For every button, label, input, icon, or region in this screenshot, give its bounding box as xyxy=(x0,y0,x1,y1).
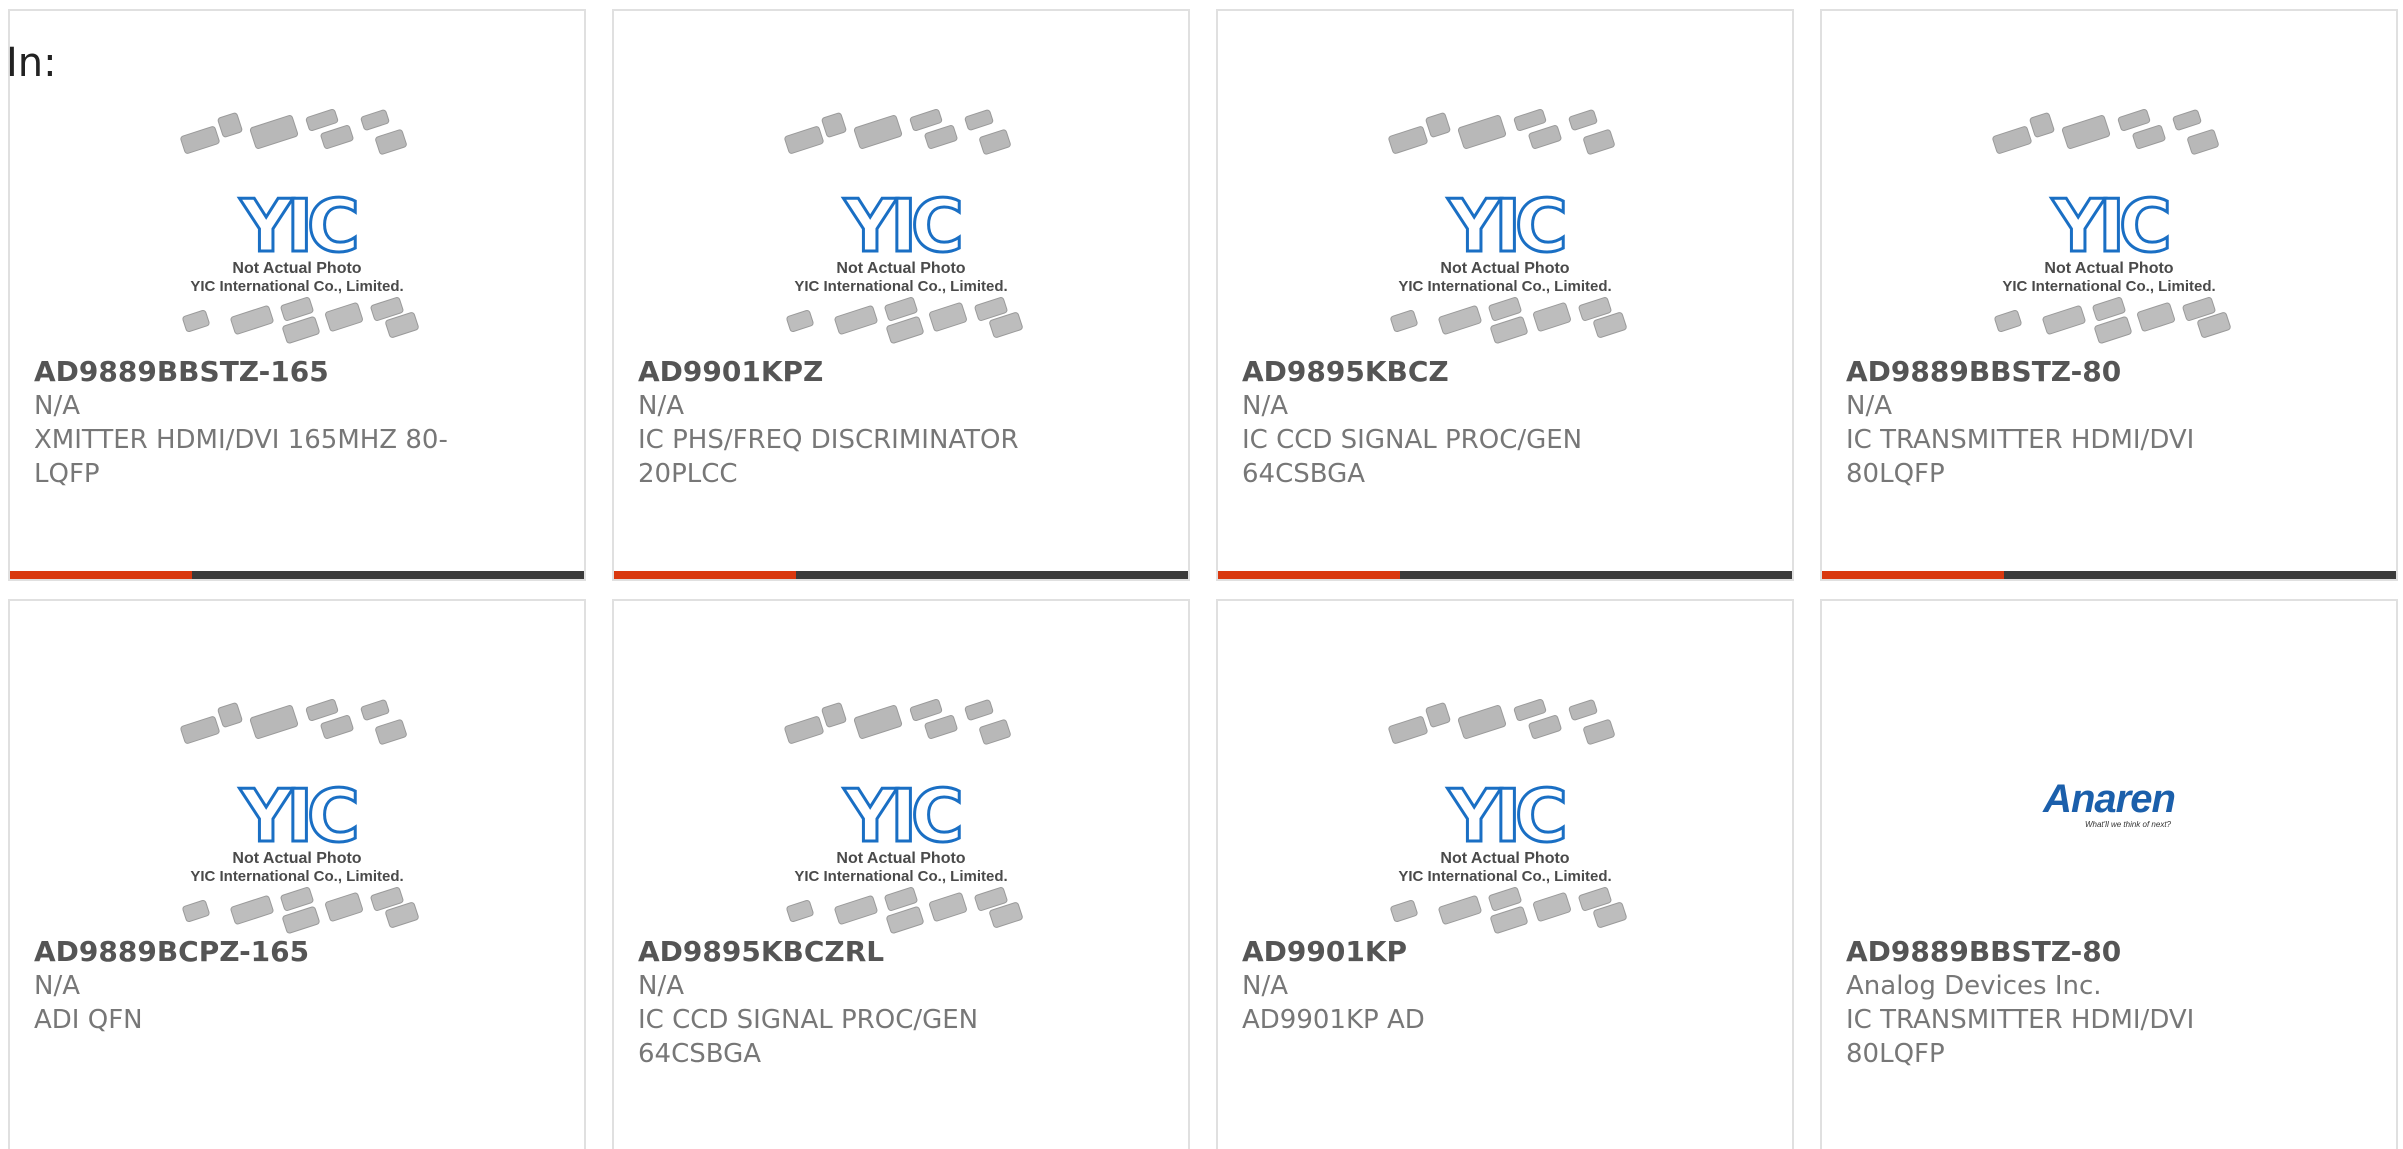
card-bottom-bar xyxy=(1822,571,2396,579)
yic-logo-text: YIC xyxy=(843,184,960,268)
product-grid-page: In: YIC Not Actual Photo YIC International… xyxy=(0,0,2403,1149)
card-bottom-bar xyxy=(614,571,1188,579)
not-actual-photo-icon: YICNot Actual PhotoYIC International Co.… xyxy=(180,698,419,934)
manufacturer: N/A xyxy=(1242,391,1288,421)
description-line: IC CCD SIGNAL PROC/GEN xyxy=(638,1005,979,1035)
placeholder-line-2: YIC International Co., Limited. xyxy=(1398,868,1611,885)
not-actual-photo-icon: YICNot Actual PhotoYIC International Co.… xyxy=(1992,108,2231,344)
anaren-tagline: What'll we think of next? xyxy=(2085,820,2172,829)
yic-logo-text: YIC xyxy=(1447,774,1564,858)
placeholder-line-2: YIC International Co., Limited. xyxy=(2002,278,2215,295)
product-card[interactable]: YIC Not Actual Photo YIC International Co.… xyxy=(1216,599,1794,1149)
not-actual-photo-icon: YICNot Actual PhotoYIC International Co.… xyxy=(784,698,1023,934)
part-number-link[interactable]: AD9889BBSTZ-80 xyxy=(1846,935,2306,969)
not-actual-photo-icon: YICNot Actual PhotoYIC International Co.… xyxy=(784,108,1023,344)
product-image[interactable]: YIC Not Actual Photo YIC International Co.… xyxy=(1218,691,1792,943)
anaren-logo-text: Anaren xyxy=(2042,777,2175,821)
manufacturer: Analog Devices Inc. xyxy=(1846,971,2102,1001)
not-actual-photo-icon: YICNot Actual PhotoYIC International Co.… xyxy=(1388,108,1627,344)
product-image[interactable]: YIC Not Actual Photo YIC International Co.… xyxy=(1822,101,2396,353)
description-line: IC TRANSMITTER HDMI/DVI xyxy=(1846,1005,2195,1035)
description-line: IC CCD SIGNAL PROC/GEN xyxy=(1242,425,1583,455)
card-accent-bar xyxy=(10,571,192,579)
product-image[interactable]: YIC Not Actual Photo YIC International Co.… xyxy=(614,101,1188,353)
card-bottom-bar xyxy=(1218,571,1792,579)
description-line: 80LQFP xyxy=(1846,459,1945,489)
part-number-link[interactable]: AD9889BBSTZ-80 xyxy=(1846,355,2306,389)
product-image[interactable]: YIC Not Actual Photo YIC International Co.… xyxy=(614,691,1188,943)
product-card[interactable]: YIC Not Actual Photo YIC International Co.… xyxy=(8,9,586,581)
part-number-link[interactable]: AD9901KP xyxy=(1242,935,1702,969)
product-card[interactable]: YIC Not Actual Photo YIC International Co.… xyxy=(612,599,1190,1149)
manufacturer: N/A xyxy=(34,971,80,1001)
description-line: ADI QFN xyxy=(34,1005,143,1035)
yic-logo-text: YIC xyxy=(843,774,960,858)
part-number-link[interactable]: AD9889BCPZ-165 xyxy=(34,935,494,969)
description-line: AD9901KP AD xyxy=(1242,1005,1425,1035)
description-line: IC TRANSMITTER HDMI/DVI xyxy=(1846,425,2195,455)
product-image[interactable]: YIC Not Actual Photo YIC International Co.… xyxy=(10,691,584,943)
description-line: 80LQFP xyxy=(1846,1039,1945,1069)
placeholder-line-2: YIC International Co., Limited. xyxy=(794,278,1007,295)
description-line: 20PLCC xyxy=(638,459,738,489)
yic-logo-text: YIC xyxy=(1447,184,1564,268)
product-image[interactable]: Anaren What'll we think of next? xyxy=(1822,691,2396,943)
product-card[interactable]: YIC Not Actual Photo YIC International Co.… xyxy=(612,9,1190,581)
card-accent-bar xyxy=(614,571,796,579)
placeholder-line-1: Not Actual Photo xyxy=(2044,260,2173,277)
placeholder-line-1: Not Actual Photo xyxy=(1440,260,1569,277)
yic-logo-text: YIC xyxy=(2051,184,2168,268)
product-image[interactable]: YIC Not Actual Photo YIC International Co.… xyxy=(1218,101,1792,353)
placeholder-line-1: Not Actual Photo xyxy=(836,260,965,277)
manufacturer: N/A xyxy=(638,391,684,421)
description-line: IC PHS/FREQ DISCRIMINATOR xyxy=(638,425,1019,455)
card-accent-bar xyxy=(1218,571,1400,579)
manufacturer: N/A xyxy=(638,971,684,1001)
placeholder-line-2: YIC International Co., Limited. xyxy=(794,868,1007,885)
part-number-link[interactable]: AD9889BBSTZ-165 xyxy=(34,355,494,389)
description-line: 64CSBGA xyxy=(638,1039,762,1069)
card-bottom-bar xyxy=(10,571,584,579)
placeholder-line-2: YIC International Co., Limited. xyxy=(190,868,403,885)
product-image[interactable]: YIC Not Actual Photo YIC International Co.… xyxy=(10,101,584,353)
product-card[interactable]: YIC Not Actual Photo YIC International Co.… xyxy=(1820,9,2398,581)
description-line: 64CSBGA xyxy=(1242,459,1366,489)
placeholder-line-1: Not Actual Photo xyxy=(232,260,361,277)
placeholder-line-1: Not Actual Photo xyxy=(232,850,361,867)
part-number-link[interactable]: AD9895KBCZ xyxy=(1242,355,1702,389)
part-number-link[interactable]: AD9895KBCZRL xyxy=(638,935,1098,969)
placeholder-line-2: YIC International Co., Limited. xyxy=(1398,278,1611,295)
description-line: LQFP xyxy=(34,459,100,489)
description-line: XMITTER HDMI/DVI 165MHZ 80- xyxy=(34,425,448,455)
placeholder-line-2: YIC International Co., Limited. xyxy=(190,278,403,295)
manufacturer: N/A xyxy=(34,391,80,421)
placeholder-line-1: Not Actual Photo xyxy=(836,850,965,867)
part-number-link[interactable]: AD9901KPZ xyxy=(638,355,1098,389)
placeholder-line-1: Not Actual Photo xyxy=(1440,850,1569,867)
anaren-logo-icon: Anaren What'll we think of next? xyxy=(2042,777,2176,829)
manufacturer: N/A xyxy=(1846,391,1892,421)
card-accent-bar xyxy=(1822,571,2004,579)
manufacturer: N/A xyxy=(1242,971,1288,1001)
not-actual-photo-icon: YICNot Actual PhotoYIC International Co.… xyxy=(1388,698,1627,934)
not-actual-photo-icon: YICNot Actual PhotoYIC International Co.… xyxy=(180,108,419,344)
product-card[interactable]: Anaren What'll we think of next? AD9889B… xyxy=(1820,599,2398,1149)
yic-logo-text: YIC xyxy=(239,184,356,268)
product-card[interactable]: YIC Not Actual Photo YIC International Co.… xyxy=(1216,9,1794,581)
filter-label: In: xyxy=(6,40,57,86)
yic-logo-text: YIC xyxy=(239,774,356,858)
product-card[interactable]: YIC Not Actual Photo YIC International Co.… xyxy=(8,599,586,1149)
